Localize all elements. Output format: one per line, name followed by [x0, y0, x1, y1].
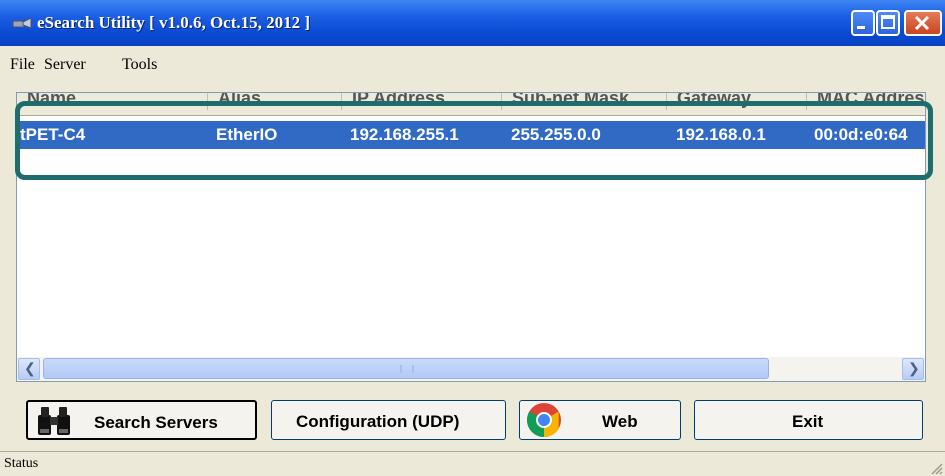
scroll-left-icon[interactable]: ❮ — [18, 358, 40, 380]
status-text: Status — [4, 456, 39, 471]
window-title: eSearch Utility [ v1.0.6, Oct.15, 2012 ] — [37, 13, 311, 32]
configuration-label: Configuration (UDP) — [296, 412, 460, 431]
scroll-right-icon[interactable]: ❯ — [902, 358, 924, 380]
minimize-icon[interactable] — [851, 10, 875, 36]
app-icon — [12, 17, 32, 29]
menu-file[interactable]: File — [10, 56, 35, 74]
resize-grip-icon[interactable] — [929, 461, 943, 475]
app-window: eSearch Utility [ v1.0.6, Oct.15, 2012 ]… — [0, 0, 945, 476]
chrome-icon — [527, 403, 561, 437]
configuration-button[interactable]: Configuration (UDP) — [271, 400, 506, 440]
menu-server[interactable]: Server — [44, 56, 86, 74]
search-servers-label: Search Servers — [94, 413, 218, 432]
close-icon[interactable] — [904, 10, 942, 36]
maximize-icon[interactable] — [876, 10, 900, 36]
row-highlight-box — [15, 101, 933, 180]
menu-bar: File Server Tools — [0, 46, 945, 80]
exit-label: Exit — [792, 412, 824, 431]
menu-tools[interactable]: Tools — [122, 56, 157, 74]
title-bar[interactable]: eSearch Utility [ v1.0.6, Oct.15, 2012 ] — [0, 0, 945, 46]
exit-button[interactable]: Exit — [694, 400, 923, 440]
search-servers-button[interactable]: Search Servers — [26, 400, 257, 440]
status-bar: Status — [0, 451, 945, 476]
binoculars-icon — [38, 407, 70, 435]
horizontal-scrollbar[interactable]: ❮ ❯ — [17, 357, 925, 381]
scroll-thumb[interactable] — [43, 358, 769, 379]
web-label: Web — [602, 412, 638, 431]
web-button[interactable]: Web — [519, 400, 681, 440]
